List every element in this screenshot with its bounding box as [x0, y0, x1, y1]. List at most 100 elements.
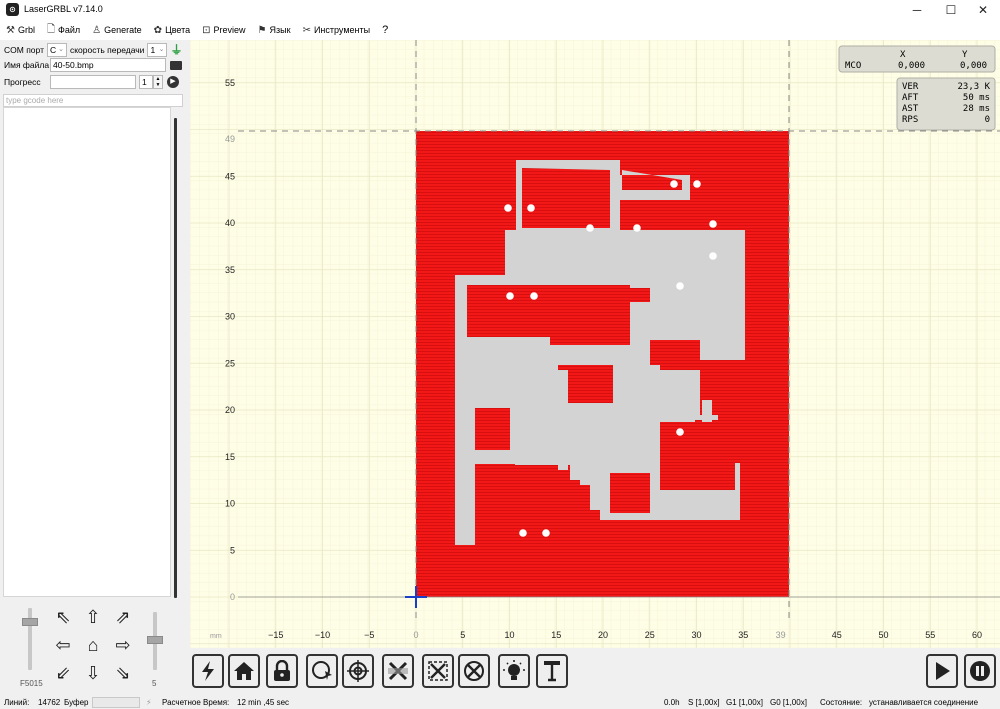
x-tick-label: 60 [972, 630, 982, 640]
menu-help[interactable]: ? [382, 24, 388, 36]
menu-tools[interactable]: ✂ Инструменты [303, 25, 371, 36]
y-tick-label: 15 [225, 452, 235, 462]
run-button[interactable] [926, 654, 958, 688]
s-override[interactable]: S [1,00x] [688, 696, 720, 709]
pass-count-field[interactable]: 1 [139, 75, 153, 89]
run-play-icon[interactable]: ▶ [167, 76, 179, 88]
close-button[interactable]: ✕ [966, 0, 1000, 20]
cross-frame-button[interactable] [458, 654, 490, 688]
wrench-icon: ✂ [302, 24, 311, 36]
left-panel: COM порт C ⌄ скорость передачи 1 ⌄ ⏚ Имя ф… [0, 40, 188, 696]
open-folder-icon[interactable] [170, 60, 182, 70]
com-port-label: COM порт [4, 44, 44, 55]
mco-y-header: Y [962, 50, 968, 60]
file-name-field[interactable]: 40-50.bmp [50, 58, 166, 72]
menu-generate[interactable]: ♙ Generate [92, 25, 142, 36]
buffer-status-icon: ⚡ [146, 698, 152, 707]
y-tick-label: 10 [225, 499, 235, 509]
pcb-copper-area [610, 473, 650, 513]
preview-plot[interactable]: −15 −10 −5 0 5 10 15 20 25 30 35 39 45 50 55 60 0 5 10 15 20… [190, 40, 1000, 648]
preview-icon: ⊡ [202, 24, 211, 36]
step-slider-thumb[interactable] [147, 636, 163, 644]
com-port-select[interactable]: C ⌄ [46, 42, 67, 57]
app-window: ⊙ LaserGRBL v7.14.0 ─ ☐ ✕ ⚒ Grbl 🗋 Файл ♙ G… [0, 0, 1000, 709]
menu-preview[interactable]: ⊡ Preview [202, 25, 245, 36]
pcb-copper-area [660, 420, 735, 490]
pcb-via [506, 292, 514, 300]
y-tick-label: 49 [225, 134, 235, 144]
minimize-button[interactable]: ─ [900, 0, 934, 20]
x-tick-label: 15 [551, 630, 561, 640]
home-button[interactable] [228, 654, 260, 688]
jog-home-button[interactable]: ⌂ [82, 634, 104, 656]
jog-se-button[interactable]: ⇘ [112, 662, 134, 684]
jog-south-button[interactable]: ⇩ [82, 662, 104, 684]
pause-button[interactable] [964, 654, 996, 688]
corner-frame-button[interactable] [422, 654, 454, 688]
progress-label: Прогресс [4, 77, 41, 87]
menu-grbl[interactable]: ⚒ Grbl [6, 25, 35, 36]
frame-button[interactable] [382, 654, 414, 688]
light-icon [503, 660, 525, 680]
lines-label: Линий: [4, 698, 30, 707]
center-icon [312, 661, 332, 680]
connect-plug-icon[interactable]: ⏚ [170, 41, 182, 58]
pcb-via [542, 529, 550, 537]
palette-icon: ✿ [153, 24, 163, 36]
jog-sw-button[interactable]: ⇙ [52, 662, 74, 684]
y-tick-label: 30 [225, 312, 235, 322]
file-row: Имя файла 40-50.bmp [4, 58, 182, 72]
jog-north-button[interactable]: ⇧ [82, 606, 104, 628]
g0-override[interactable]: G0 [1,00x] [770, 696, 807, 709]
y-tick-label: 40 [225, 218, 235, 228]
stat-value: 50 ms [963, 93, 990, 103]
window-title: LaserGRBL v7.14.0 [24, 4, 103, 14]
menu-language[interactable]: ⚑ Язык [258, 25, 291, 36]
pcb-via [586, 224, 594, 232]
target-button[interactable] [342, 654, 374, 688]
console-scrollbar[interactable] [174, 118, 177, 598]
stat-label: AST [902, 104, 919, 114]
pcb-copper-area [630, 288, 650, 302]
menu-colors[interactable]: ✿ Цвета [154, 25, 190, 36]
file-name-label: Имя файла [4, 60, 50, 70]
center-button[interactable] [306, 654, 338, 688]
jog-west-button[interactable]: ⇦ [52, 634, 74, 656]
pass-count-stepper[interactable]: ▲ ▼ [153, 75, 163, 89]
tools-icon: ⚒ [6, 24, 15, 36]
estimated-time-label: Расчетное Время: [162, 698, 230, 707]
x-tick-label: 45 [832, 630, 842, 640]
pcb-via [527, 204, 535, 212]
y-tick-label: 35 [225, 265, 235, 275]
generate-icon: ♙ [92, 24, 102, 36]
reset-icon [202, 661, 214, 681]
jog-nw-button[interactable]: ⇖ [52, 606, 74, 628]
x-tick-label: 0 [413, 630, 418, 640]
pcb-trace-segment [558, 370, 568, 470]
buffer-label: Буфер [64, 698, 89, 707]
mco-y-value: 0,000 [960, 61, 987, 71]
unlock-button[interactable] [266, 654, 298, 688]
reset-button[interactable] [192, 654, 224, 688]
lines-value: 14762 [38, 698, 61, 707]
probe-button[interactable] [536, 654, 568, 688]
console-log [3, 107, 171, 597]
stat-value: 28 ms [963, 104, 990, 114]
jog-east-button[interactable]: ⇨ [112, 634, 134, 656]
preview-canvas[interactable]: −15 −10 −5 0 5 10 15 20 25 30 35 39 45 50 55 60 0 5 10 15 20… [190, 40, 1000, 648]
feed-slider-thumb[interactable] [22, 618, 38, 626]
baud-rate-select[interactable]: 1 ⌄ [147, 42, 168, 57]
probe-icon [544, 661, 560, 682]
g1-override[interactable]: G1 [1,00x] [726, 696, 763, 709]
pcb-via [633, 224, 641, 232]
light-button[interactable] [498, 654, 530, 688]
maximize-button[interactable]: ☐ [934, 0, 968, 20]
gcode-command-input[interactable]: type gcode here [3, 94, 183, 107]
mco-x-value: 0,000 [898, 61, 925, 71]
play-icon [936, 662, 950, 680]
x-tick-label: 35 [738, 630, 748, 640]
pcb-via [709, 220, 717, 228]
stat-label: RPS [902, 115, 918, 125]
menu-file[interactable]: 🗋 Файл [47, 22, 80, 39]
jog-ne-button[interactable]: ⇗ [112, 606, 134, 628]
